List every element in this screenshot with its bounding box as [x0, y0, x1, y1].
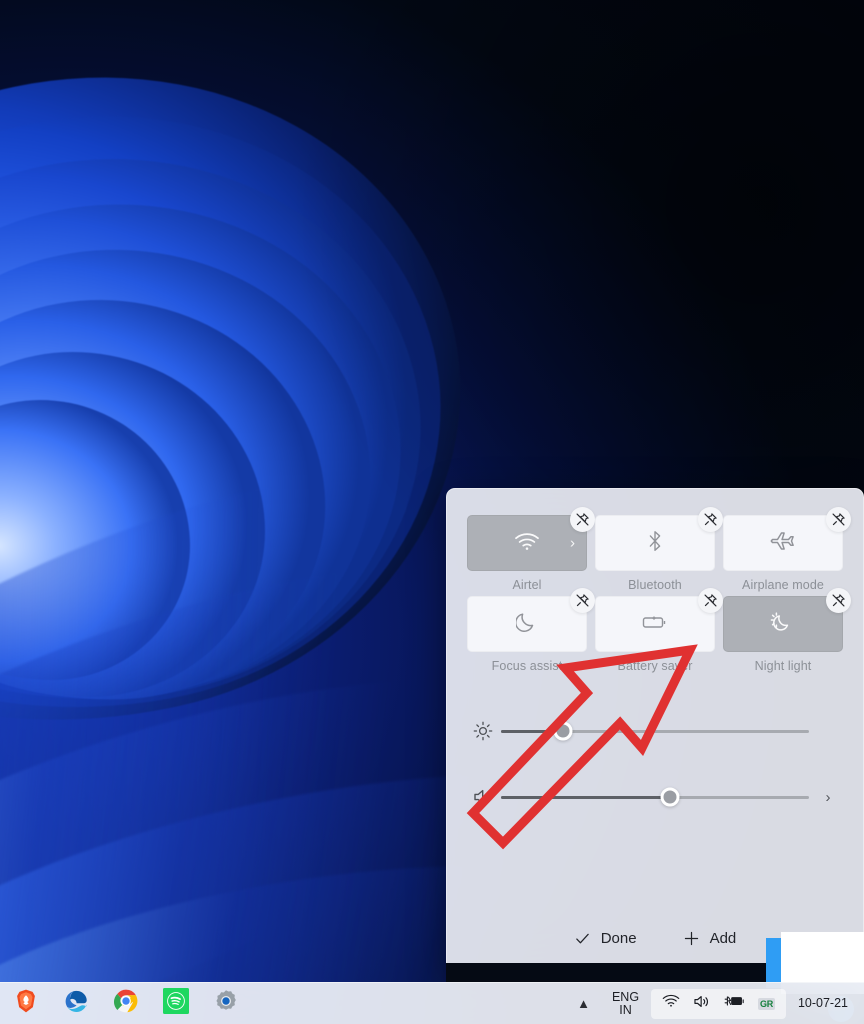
- quick-settings-tile-grid: › Airtel Bluetooth Airplane mode Focus a…: [447, 489, 863, 673]
- tile-airplane-mode-label: Airplane mode: [742, 578, 824, 592]
- volume-chevron-right-icon[interactable]: ›: [815, 789, 841, 806]
- tile-bluetooth-label: Bluetooth: [628, 578, 682, 592]
- tile-wifi[interactable]: › Airtel: [467, 507, 595, 592]
- chevron-right-icon[interactable]: ›: [570, 536, 575, 551]
- blue-accent-block: [766, 938, 782, 988]
- taskbar[interactable]: ▲ ENG IN GR 10-07-21: [0, 982, 864, 1024]
- brightness-icon: [465, 721, 501, 741]
- taskbar-item-brave[interactable]: [12, 988, 40, 1019]
- volume-slider-track[interactable]: [501, 787, 809, 807]
- tray-icon-group[interactable]: GR: [651, 988, 786, 1019]
- tile-battery-saver[interactable]: Battery saver: [595, 588, 723, 673]
- unpin-icon[interactable]: [698, 588, 723, 613]
- done-label: Done: [600, 929, 637, 947]
- unpin-icon[interactable]: [826, 588, 851, 613]
- battery-charging-icon[interactable]: [724, 994, 745, 1013]
- chevron-up-icon[interactable]: ▲: [565, 996, 602, 1011]
- moon-icon: [515, 610, 538, 639]
- tile-bluetooth-button[interactable]: [595, 515, 715, 571]
- language-line2: IN: [619, 1002, 632, 1017]
- edge-icon: [63, 988, 89, 1019]
- volume-slider-fill: [501, 795, 671, 799]
- taskbar-app-list: [0, 988, 240, 1019]
- tile-night-light-button[interactable]: [723, 596, 843, 652]
- tile-night-light-label: Night light: [754, 659, 812, 673]
- quick-settings-sliders: › ›: [447, 673, 863, 825]
- volume-slider-thumb[interactable]: [660, 787, 680, 807]
- plus-icon: [683, 930, 700, 947]
- night-light-icon: [770, 610, 796, 639]
- taskbar-system-tray: ▲ ENG IN GR 10-07-21: [565, 988, 864, 1019]
- tile-battery-saver-button[interactable]: [595, 596, 715, 652]
- wifi-icon: [514, 531, 540, 556]
- bluetooth-icon: [646, 529, 664, 558]
- unpin-icon[interactable]: [570, 507, 595, 532]
- settings-gear-icon: [213, 988, 239, 1019]
- brightness-slider-track[interactable]: [501, 721, 809, 741]
- tile-wifi-button[interactable]: ›: [467, 515, 587, 571]
- checkmark-icon: [574, 930, 591, 947]
- taskbar-item-edge[interactable]: [62, 990, 90, 1018]
- brightness-slider-thumb[interactable]: [553, 721, 573, 741]
- tile-focus-assist-button[interactable]: [467, 596, 587, 652]
- language-indicator[interactable]: ENG IN: [602, 989, 649, 1017]
- quick-settings-panel[interactable]: › Airtel Bluetooth Airplane mode Focus a…: [446, 488, 864, 971]
- unpin-icon[interactable]: [826, 507, 851, 532]
- tile-bluetooth[interactable]: Bluetooth: [595, 507, 723, 592]
- taskbar-item-spotify[interactable]: [162, 988, 190, 1019]
- tile-focus-assist-label: Focus assist: [491, 659, 563, 673]
- wifi-icon[interactable]: [662, 994, 680, 1013]
- grammarly-icon[interactable]: GR: [758, 997, 775, 1010]
- unpin-icon[interactable]: [698, 507, 723, 532]
- spotify-icon: [163, 988, 189, 1019]
- taskbar-date: 10-07-21: [797, 995, 848, 1010]
- tile-wifi-label: Airtel: [512, 578, 542, 592]
- taskbar-clock[interactable]: 10-07-21: [788, 996, 858, 1012]
- chrome-icon: [113, 988, 139, 1019]
- battery-saver-icon: [642, 614, 668, 635]
- add-label: Add: [709, 929, 737, 947]
- airplane-icon: [769, 529, 797, 558]
- tile-airplane-mode[interactable]: Airplane mode: [723, 507, 851, 592]
- language-line1: ENG: [611, 989, 640, 1004]
- taskbar-item-settings[interactable]: [212, 990, 240, 1018]
- taskbar-item-chrome[interactable]: [112, 988, 140, 1019]
- volume-icon: [465, 787, 501, 807]
- tile-night-light[interactable]: Night light: [723, 588, 851, 673]
- tile-airplane-mode-button[interactable]: [723, 515, 843, 571]
- brave-icon: [13, 988, 39, 1019]
- done-button[interactable]: Done: [562, 924, 649, 953]
- brightness-slider-row[interactable]: ›: [465, 703, 841, 759]
- unpin-icon[interactable]: [570, 588, 595, 613]
- tile-focus-assist[interactable]: Focus assist: [467, 588, 595, 673]
- volume-icon[interactable]: [693, 994, 711, 1014]
- tile-battery-saver-label: Battery saver: [617, 659, 693, 673]
- volume-slider-row[interactable]: ›: [465, 769, 841, 825]
- add-button[interactable]: Add: [671, 924, 749, 953]
